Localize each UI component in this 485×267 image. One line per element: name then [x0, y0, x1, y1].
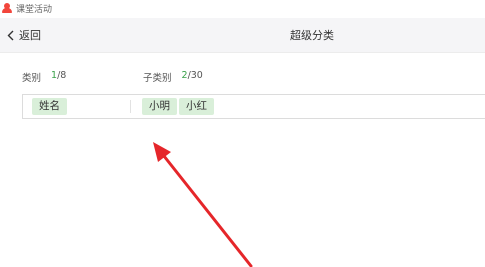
page-title: 超级分类	[290, 29, 334, 42]
user-icon	[2, 3, 12, 13]
column-header: 类别 1/8 子类别 2/30	[0, 70, 485, 84]
chevron-left-icon	[7, 30, 14, 41]
category-row: 姓名 小明 小红	[22, 94, 485, 119]
back-label: 返回	[19, 29, 41, 42]
subcategory-chip[interactable]: 小明	[142, 98, 177, 115]
category-count: 1/8	[51, 70, 66, 84]
nav-bar: 返回 超级分类	[0, 18, 485, 53]
back-button[interactable]: 返回	[7, 27, 41, 43]
title-bar: 课堂活动	[0, 0, 485, 16]
category-count-total: /8	[57, 70, 67, 81]
subcategory-chip[interactable]: 小红	[179, 98, 214, 115]
divider	[130, 100, 131, 113]
category-label: 类别	[22, 73, 42, 84]
subcategory-label: 子类别	[143, 73, 172, 84]
app-title: 课堂活动	[16, 4, 53, 15]
subcategory-count: 2/30	[182, 70, 203, 84]
category-header: 类别 1/8	[22, 70, 66, 84]
subcategory-header: 子类别 2/30	[143, 70, 203, 84]
subcategory-count-total: /30	[187, 70, 203, 81]
category-chip[interactable]: 姓名	[32, 98, 67, 115]
